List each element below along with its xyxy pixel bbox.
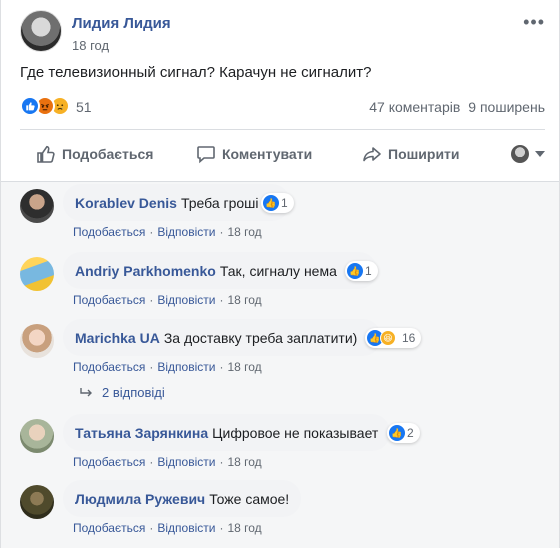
comment-meta: Подобається · Відповісти · 18 год (73, 455, 262, 469)
comment-text: За доставку треба заплатити) (163, 329, 358, 346)
comment-reactions[interactable]: 👍 😆 16 (365, 328, 422, 348)
comment-time[interactable]: 18 год (227, 455, 261, 469)
avatar[interactable] (20, 419, 54, 453)
comment-text: Тоже самое! (209, 490, 290, 507)
like-button[interactable]: Подобається (36, 137, 153, 171)
comment-reaction-count: 1 (281, 196, 288, 210)
audience-selector[interactable] (511, 137, 545, 171)
comment-reactions[interactable]: 👍 1 (261, 193, 294, 213)
comment-reply-link[interactable]: Відповісти (157, 455, 215, 469)
commenter-name[interactable]: Marichka UA (75, 330, 160, 346)
post-timestamp[interactable]: 18 год (72, 38, 109, 53)
comment-bubble: Korablev Denis Треба гроші (63, 184, 290, 221)
comment-meta: Подобається · Відповісти · 18 год (73, 293, 262, 307)
haha-reaction-icon: 😆 (380, 330, 396, 346)
author-name[interactable]: Лидия Лидия (72, 15, 171, 32)
comment-reaction-count: 1 (365, 264, 372, 278)
caret-down-icon (535, 151, 545, 157)
comment: Marichka UA За доставку треба заплатити)… (20, 319, 545, 375)
thumbs-up-icon (37, 145, 55, 163)
comment-time[interactable]: 18 год (227, 225, 261, 239)
shares-count[interactable]: 9 поширень (468, 99, 545, 115)
avatar[interactable] (20, 324, 54, 358)
comment-text: Треба гроші (180, 194, 259, 211)
comment-time[interactable]: 18 год (227, 293, 261, 307)
comment-like-link[interactable]: Подобається (73, 293, 145, 307)
commenter-name[interactable]: Korablev Denis (75, 195, 177, 211)
comment-text: Так, сигналу нема (219, 262, 337, 279)
comment-like-link[interactable]: Подобається (73, 360, 145, 374)
comment-bubble: Людмила Ружевич Тоже самое! (63, 480, 301, 517)
comment-bubble: Marichka UA За доставку треба заплатити) (63, 319, 381, 356)
share-label: Поширити (388, 146, 460, 162)
view-replies-link[interactable]: 2 відповіді (80, 385, 165, 400)
comment: Korablev Denis Треба гроші 👍 1 Подобаєть… (20, 184, 545, 240)
comment-meta: Подобається · Відповісти · 18 год (73, 225, 262, 239)
share-button[interactable]: Поширити (362, 137, 460, 171)
comment-reply-link[interactable]: Відповісти (157, 293, 215, 307)
comment-reactions[interactable]: 👍 1 (345, 261, 378, 281)
avatar[interactable] (20, 257, 54, 291)
comment-reply-link[interactable]: Відповісти (157, 521, 215, 535)
commenter-name[interactable]: Людмила Ружевич (75, 491, 205, 507)
comment-bubble: Татьяна Зарянкина Цифровое не показывает (63, 414, 390, 451)
share-arrow-icon (363, 147, 381, 162)
comment-time[interactable]: 18 год (227, 360, 261, 374)
action-bar: Подобається Коментувати Поширити (20, 137, 545, 171)
comment-reaction-count: 16 (402, 331, 416, 345)
comment-label: Коментувати (222, 146, 313, 162)
author-avatar[interactable] (20, 10, 62, 52)
comment-button[interactable]: Коментувати (196, 137, 312, 171)
comment: Andriy Parkhomenko Так, сигналу нема 👍 1… (20, 252, 545, 308)
divider (20, 129, 545, 130)
comment: Людмила Ружевич Тоже самое! Подобається ·… (20, 480, 545, 536)
like-reaction-icon: 👍 (347, 263, 363, 279)
reaction-count[interactable]: 51 (76, 99, 92, 115)
comment-reply-link[interactable]: Відповісти (157, 225, 215, 239)
post-text: Где телевизионный сигнал? Карачун не сиг… (20, 64, 372, 81)
comment-like-link[interactable]: Подобається (73, 521, 145, 535)
avatar[interactable] (20, 485, 54, 519)
comment: Татьяна Зарянкина Цифровое не показывает… (20, 414, 545, 470)
comment-meta: Подобається · Відповісти · 18 год (73, 360, 262, 374)
like-label: Подобається (62, 146, 154, 162)
comment-time[interactable]: 18 год (227, 521, 261, 535)
commenter-name[interactable]: Andriy Parkhomenko (75, 263, 216, 279)
comment-text: Цифровое не показывает (212, 424, 379, 441)
comment-reactions[interactable]: 👍 2 (387, 423, 420, 443)
like-reaction-icon: 👍 (263, 195, 279, 211)
post-stats: 47 коментарів 9 поширень (369, 99, 545, 115)
reactions-summary: 51 47 коментарів 9 поширень (20, 96, 545, 118)
comment-bubble: Andriy Parkhomenko Так, сигналу нема (63, 252, 377, 289)
more-options-icon[interactable]: ••• (523, 12, 545, 33)
post-header: Лидия Лидия 18 год ••• (20, 10, 547, 58)
like-reaction-icon[interactable] (20, 96, 40, 116)
replies-count: 2 відповіді (102, 385, 165, 400)
avatar[interactable] (20, 189, 54, 223)
comment-like-link[interactable]: Подобається (73, 455, 145, 469)
avatar (511, 145, 529, 163)
comment-like-link[interactable]: Подобається (73, 225, 145, 239)
comment-bubble-icon (197, 146, 215, 164)
post-card: Лидия Лидия 18 год ••• Где телевизионный… (0, 0, 560, 548)
commenter-name[interactable]: Татьяна Зарянкина (75, 425, 208, 441)
comment-reaction-count: 2 (407, 426, 414, 440)
comments-count[interactable]: 47 коментарів (369, 99, 460, 115)
comment-reply-link[interactable]: Відповісти (157, 360, 215, 374)
reply-arrow-icon (80, 387, 92, 396)
comment-meta: Подобається · Відповісти · 18 год (73, 521, 262, 535)
like-reaction-icon: 👍 (389, 425, 405, 441)
